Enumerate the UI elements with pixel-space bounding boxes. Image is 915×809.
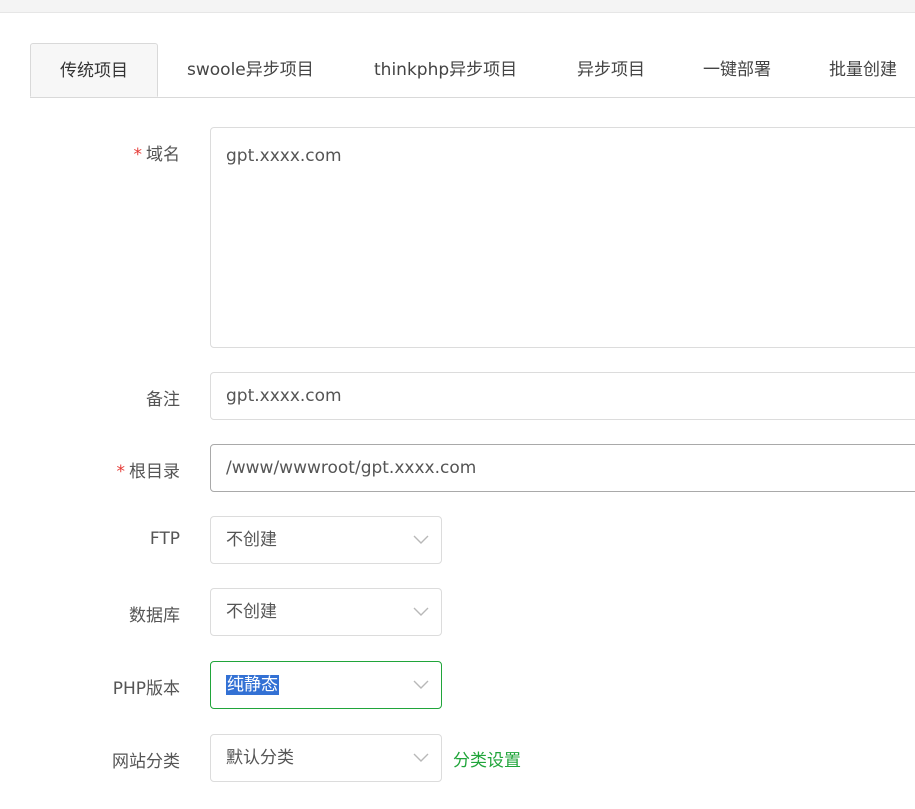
tab-async-project[interactable]: 异步项目 bbox=[577, 43, 645, 97]
php-version-select-value: 纯静态 bbox=[226, 675, 279, 695]
tab-one-click-deploy[interactable]: 一键部署 bbox=[703, 43, 771, 97]
root-dir-input-value: /www/wwwroot/gpt.xxxx.com bbox=[226, 458, 477, 478]
ftp-select-value: 不创建 bbox=[226, 530, 277, 550]
project-type-tabs: 传统项目 swoole异步项目 thinkphp异步项目 异步项目 一键部署 批… bbox=[30, 43, 915, 98]
chevron-down-icon bbox=[413, 535, 429, 544]
php-version-select[interactable]: 纯静态 bbox=[210, 661, 442, 709]
domain-label: * 域名 bbox=[134, 140, 181, 165]
tab-thinkphp-async-project[interactable]: thinkphp异步项目 bbox=[374, 43, 517, 97]
site-category-select[interactable]: 默认分类 bbox=[210, 734, 442, 782]
required-mark: * bbox=[133, 145, 143, 165]
database-label: 数据库 bbox=[129, 606, 180, 626]
required-mark: * bbox=[116, 462, 126, 482]
remark-label: 备注 bbox=[146, 390, 180, 410]
chevron-down-icon bbox=[413, 680, 429, 689]
top-bar bbox=[0, 0, 915, 13]
ftp-label: FTP bbox=[149, 529, 180, 549]
domain-textarea-value: gpt.xxxx.com bbox=[226, 146, 342, 166]
database-select-value: 不创建 bbox=[226, 602, 277, 622]
ftp-select[interactable]: 不创建 bbox=[210, 516, 442, 564]
domain-label-text: 域名 bbox=[146, 145, 180, 165]
tab-swoole-async-project[interactable]: swoole异步项目 bbox=[187, 43, 314, 97]
chevron-down-icon bbox=[413, 607, 429, 616]
root-dir-label-text: 根目录 bbox=[129, 462, 180, 482]
site-category-label: 网站分类 bbox=[112, 752, 180, 772]
tab-traditional-project[interactable]: 传统项目 bbox=[30, 43, 158, 97]
root-dir-input[interactable]: /www/wwwroot/gpt.xxxx.com bbox=[210, 444, 915, 492]
remark-input[interactable]: gpt.xxxx.com bbox=[210, 372, 915, 420]
database-select[interactable]: 不创建 bbox=[210, 588, 442, 636]
domain-textarea[interactable]: gpt.xxxx.com bbox=[210, 127, 915, 348]
tab-batch-create[interactable]: 批量创建 bbox=[829, 43, 897, 97]
category-settings-link[interactable]: 分类设置 bbox=[453, 746, 521, 771]
php-version-label: PHP版本 bbox=[112, 679, 180, 699]
chevron-down-icon bbox=[413, 753, 429, 762]
root-dir-label: * 根目录 bbox=[117, 457, 181, 482]
remark-input-value: gpt.xxxx.com bbox=[226, 386, 342, 406]
site-category-select-value: 默认分类 bbox=[226, 748, 294, 768]
